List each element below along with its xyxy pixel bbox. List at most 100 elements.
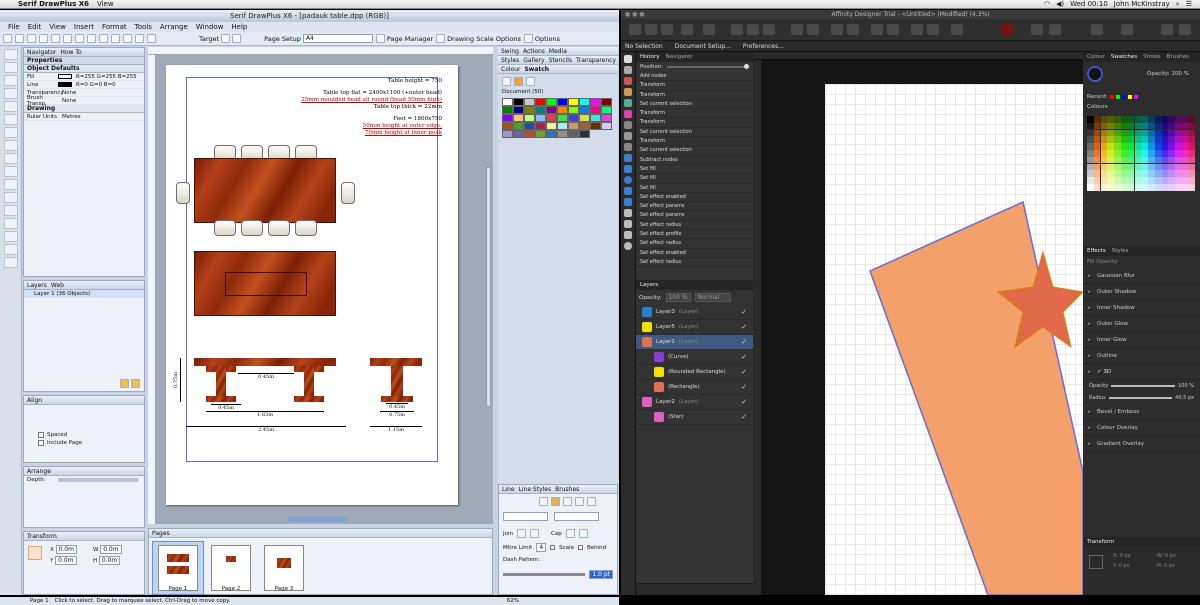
boolean-intersect-icon[interactable] [763,24,775,35]
colour-swatch[interactable] [1134,170,1142,177]
colour-swatch[interactable] [524,114,535,122]
colour-swatch[interactable] [1148,129,1155,137]
drawing-page[interactable]: Table height = 750 Table top flat = 2400… [166,65,458,505]
colour-swatch[interactable] [1154,163,1162,171]
colour-swatch[interactable] [1114,156,1121,164]
options-button[interactable]: Options [523,34,560,44]
tab-web[interactable]: Web [51,282,64,289]
colour-swatch[interactable] [557,106,568,114]
chair[interactable] [241,220,263,236]
slider-knob[interactable] [744,64,749,69]
field-input[interactable]: 0.0m [55,545,77,554]
colour-swatch[interactable] [1127,150,1135,157]
eyedropper-tool-icon[interactable] [624,132,632,140]
tab-navigator[interactable]: Navigator [27,49,56,56]
colour-swatch[interactable] [1168,136,1176,144]
rectangle-tool-icon[interactable] [624,165,632,173]
include-page-row[interactable]: Include Page [24,439,144,447]
menu-help[interactable]: Help [231,23,247,31]
colour-swatch[interactable] [1188,116,1196,123]
history-item[interactable]: Transform [636,118,753,128]
undo-icon[interactable] [87,34,96,43]
colour-swatch[interactable] [1188,129,1196,137]
colour-swatch[interactable] [1127,122,1135,130]
colour-swatch[interactable] [1121,156,1128,164]
history-item[interactable]: Set effect radius [636,258,753,268]
colour-swatch[interactable] [1107,177,1115,184]
anchor-point-icon[interactable] [1089,555,1103,569]
tab-layers[interactable]: Layers [640,282,658,288]
property-row[interactable]: Fill R=255 G=255 B=255 [24,73,144,81]
effect-3d-opacity-value[interactable]: 100 % [1178,383,1194,389]
print-icon[interactable] [39,34,48,43]
anchor-point-icon[interactable] [28,546,42,560]
dim-foot[interactable]: 0.45m [211,404,241,411]
colour-swatch[interactable] [1087,163,1094,171]
colour-swatch[interactable] [1087,122,1094,130]
colour-swatch[interactable] [1127,163,1135,171]
transparency-tool-icon[interactable] [3,179,18,190]
colour-swatch[interactable] [1168,122,1176,130]
colour-swatch[interactable] [1141,143,1148,150]
colour-swatch[interactable] [1161,163,1169,171]
ellipse-tool-icon[interactable] [624,176,632,184]
colour-swatch[interactable] [557,130,568,138]
new-icon[interactable] [3,34,12,43]
align-center-icon[interactable] [807,24,819,35]
colour-swatch[interactable] [1114,177,1121,184]
colour-swatch[interactable] [524,106,535,114]
colour-swatch[interactable] [1093,129,1101,137]
colour-swatch[interactable] [1087,129,1094,137]
transform-origin-icon[interactable] [951,24,963,35]
colour-swatch[interactable] [568,130,579,138]
colour-swatch[interactable] [1121,170,1128,177]
colour-swatch[interactable] [1121,129,1128,137]
colour-swatch[interactable] [546,106,557,114]
opacity-input[interactable]: 100 % [665,293,691,302]
colour-swatch[interactable] [1161,156,1169,164]
colour-swatch[interactable] [1182,150,1189,157]
history-item[interactable]: Set fill [636,165,753,175]
colour-swatch[interactable] [1161,136,1169,144]
transform-h[interactable]: H: 0 px [1157,563,1197,569]
colour-swatch[interactable] [1114,122,1121,130]
colour-swatch[interactable] [568,98,579,106]
layer-row[interactable]: Layer5 (Layer) ✓ [636,320,753,335]
move-tool-icon[interactable] [624,55,632,63]
colour-swatch[interactable] [513,98,524,106]
menu-file[interactable]: File [8,23,20,31]
colour-swatch[interactable] [1141,129,1148,137]
height-dimension[interactable]: 0.75m [173,372,179,388]
property-row[interactable]: Brush Transp. None [24,95,144,107]
colour-swatch[interactable] [1148,170,1155,177]
colour-swatch[interactable] [1107,116,1115,123]
shadow-tool-icon[interactable] [3,257,18,268]
chair[interactable] [214,220,236,236]
colour-swatch[interactable] [1114,143,1121,150]
depth-slider[interactable] [58,478,138,482]
colour-swatch[interactable] [1182,177,1189,184]
colour-swatch[interactable] [590,114,601,122]
colour-swatch[interactable] [1148,143,1155,150]
drawing-section-title[interactable]: Drawing [24,105,144,113]
colour-swatch[interactable] [1175,136,1182,144]
spaced-checkbox[interactable] [38,432,44,438]
effect-3d-opacity-slider[interactable] [1111,385,1176,387]
colour-swatch[interactable] [502,106,513,114]
colour-swatch[interactable] [1168,156,1176,164]
menu-tools[interactable]: Tools [135,23,152,31]
colour-swatch[interactable] [1100,183,1108,191]
start-cap-select[interactable] [503,512,548,521]
history-item[interactable]: Set effect params [636,202,753,212]
chair[interactable] [268,220,290,236]
fill-opacity[interactable]: Fill Opacity: [1083,256,1200,268]
colour-swatch[interactable] [1107,170,1115,177]
tab-brushes[interactable]: Brushes [555,486,579,493]
brush-tool-icon[interactable] [624,99,632,107]
colour-swatch[interactable] [535,98,546,106]
copy-icon[interactable] [63,34,72,43]
history-item[interactable]: Set effect enabled [636,193,753,203]
layer-options-icon[interactable] [120,379,129,388]
window-controls-icon[interactable]: ● ● ● [625,11,645,18]
transform-w[interactable]: W 0.0m [93,545,133,554]
